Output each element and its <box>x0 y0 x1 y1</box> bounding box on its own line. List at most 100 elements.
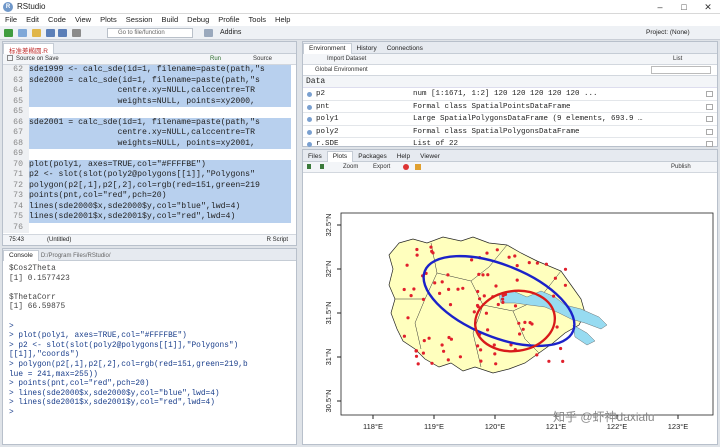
project-menu[interactable]: Project: (None) <box>646 29 690 36</box>
environment-row[interactable]: poly2 Formal class SpatialPolygonsDataFra… <box>303 126 717 139</box>
source-on-save-label: Source on Save <box>16 56 59 62</box>
expand-icon[interactable] <box>307 92 312 97</box>
publish-button[interactable]: Publish <box>671 162 691 172</box>
save-icon[interactable] <box>46 29 55 37</box>
code-line: 74 lines(sde2000$x,sde2000$y,col="blue",l… <box>3 201 296 212</box>
editor-file-tab[interactable]: 标准差椭圆.R <box>3 43 54 55</box>
tab-plots[interactable]: Plots <box>326 151 354 162</box>
sample-point <box>521 327 525 331</box>
menu-edit[interactable]: Edit <box>21 14 43 24</box>
next-plot-icon[interactable] <box>319 164 324 169</box>
code-line: 71 p2 <- slot(slot(poly2@polygons[[1]],"P… <box>3 170 296 181</box>
sample-point <box>478 297 482 301</box>
console-line: > lines(sde2001$x,sde2001$y,col="red",lw… <box>9 399 215 408</box>
remove-plot-icon[interactable] <box>403 164 409 170</box>
menu-session[interactable]: Session <box>121 14 157 24</box>
watermark: 知乎 @虾神daxialu <box>553 410 655 424</box>
console-output[interactable]: $Cos2Theta [1] 0.1577423 $ThetaCorr [1] 66… <box>3 261 296 443</box>
line-number: 65 <box>3 96 29 107</box>
line-number: 76 <box>3 222 29 233</box>
sample-point <box>501 297 505 301</box>
maximize-button[interactable]: □ <box>672 0 696 14</box>
workspace-panes-icon[interactable] <box>204 29 213 37</box>
menu-view[interactable]: View <box>70 14 95 24</box>
sample-point <box>517 321 521 325</box>
menu-code[interactable]: Code <box>43 14 70 24</box>
list-view-toggle[interactable]: List <box>673 54 682 64</box>
sample-point <box>415 247 419 252</box>
code-area[interactable]: 62 sde1999 <- calc_sde(id=1, filename=pas… <box>3 65 296 233</box>
export-button[interactable]: Export <box>373 162 390 172</box>
code-text: sde2001 = calc_sde(id=1, filename=paste(… <box>29 117 291 128</box>
zoom-button[interactable]: Zoom <box>343 162 358 172</box>
console-line: [1] 0.1577423 <box>9 274 70 283</box>
sample-point <box>421 297 426 301</box>
variable-name: poly2 <box>316 127 339 136</box>
menu-debug[interactable]: Debug <box>182 14 213 24</box>
file-type-selector[interactable]: R Script <box>267 235 288 245</box>
save-all-icon[interactable] <box>58 29 67 37</box>
addins-menu[interactable]: Addins <box>220 29 241 36</box>
expand-icon[interactable] <box>307 142 312 148</box>
sample-point <box>528 321 532 325</box>
menu-file[interactable]: File <box>0 14 21 24</box>
console-tab[interactable]: Console <box>3 250 39 261</box>
goto-file-input[interactable]: Go to file/function <box>107 28 193 38</box>
menu-plots[interactable]: Plots <box>95 14 121 24</box>
source-button[interactable]: Source <box>253 54 272 64</box>
menu-tools[interactable]: Tools <box>244 14 271 24</box>
data-section-header: Data <box>303 76 717 88</box>
run-button[interactable]: Run <box>210 54 221 64</box>
open-file-icon[interactable] <box>32 29 41 37</box>
line-number: 71 <box>3 170 29 181</box>
view-data-icon[interactable] <box>706 103 713 110</box>
editor-toolbar: Source on Save Run Source <box>3 54 296 65</box>
sample-point <box>513 304 518 308</box>
code-line: 67 centre.xy=NULL,calccentre=TR <box>3 128 296 139</box>
sample-point <box>515 264 519 268</box>
tab-environment[interactable]: Environment <box>303 43 352 54</box>
expand-icon[interactable] <box>307 129 312 135</box>
new-project-icon[interactable] <box>18 29 27 37</box>
line-number: 62 <box>3 65 29 76</box>
sample-point <box>421 351 425 355</box>
menu-profile[interactable]: Profile <box>213 14 243 24</box>
minimize-button[interactable]: – <box>648 0 672 14</box>
scope-dropdown[interactable]: Global Environment <box>315 67 368 73</box>
console-line: lue = 241,max=255)) <box>9 370 98 379</box>
print-icon[interactable] <box>72 29 81 37</box>
source-on-save-checkbox[interactable] <box>7 55 13 61</box>
view-data-icon[interactable] <box>706 91 713 97</box>
console-line: > points(pnt,col="red",pch=20) <box>9 380 150 389</box>
view-data-icon[interactable] <box>706 141 713 148</box>
prev-plot-icon[interactable] <box>307 164 312 169</box>
sample-point <box>447 335 451 340</box>
x-tick-label: 123°E <box>668 422 689 431</box>
plots-pane: Files Plots Packages Help Viewer Zoom Export… <box>302 149 718 445</box>
line-number: 65 <box>3 107 29 118</box>
menu-bar: File Edit Code View Plots Session Build Debug Pr… <box>0 14 720 26</box>
clear-plots-icon[interactable] <box>415 164 421 170</box>
view-data-icon[interactable] <box>706 116 713 123</box>
sample-point <box>518 332 522 336</box>
environment-toolbar: Import Dataset List <box>303 54 717 65</box>
expand-icon[interactable] <box>307 104 312 110</box>
environment-row[interactable]: pnt Formal class SpatialPointsDataFrame <box>303 101 717 114</box>
menu-build[interactable]: Build <box>156 14 182 24</box>
expand-icon[interactable] <box>307 117 312 123</box>
sample-point <box>412 287 416 291</box>
code-line: 64 centre.xy=NULL,calccentre=TR <box>3 86 296 97</box>
close-button[interactable]: ✕ <box>696 0 720 14</box>
scope-selector[interactable]: (Untitled) <box>47 235 71 245</box>
environment-row[interactable]: poly1 Large SpatialPolygonsDataFrame (9 e… <box>303 113 717 126</box>
view-data-icon[interactable] <box>706 128 713 135</box>
menu-help[interactable]: Help <box>270 14 294 24</box>
environment-search-input[interactable] <box>651 66 711 74</box>
line-number: 68 <box>3 138 29 149</box>
environment-row[interactable]: p2 num [1:1671, 1:2] 120 120 120 120 120 … <box>303 88 717 101</box>
sample-point <box>475 303 480 308</box>
import-dataset-button[interactable]: Import Dataset <box>327 56 366 62</box>
new-file-icon[interactable] <box>4 29 13 37</box>
code-text: centre.xy=NULL,calccentre=TR <box>29 128 291 139</box>
